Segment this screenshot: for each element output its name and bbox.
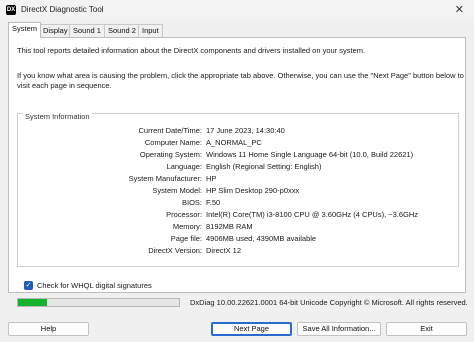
info-row: DirectX Version: DirectX 12 bbox=[18, 246, 458, 257]
instructions-text-line2: visit each page in sequence. bbox=[17, 81, 112, 90]
info-label: Page file: bbox=[170, 234, 202, 243]
info-value: A_NORMAL_PC bbox=[206, 138, 262, 147]
info-label: System Manufacturer: bbox=[128, 174, 202, 183]
whql-checkbox-row[interactable]: ✓ Check for WHQL digital signatures bbox=[24, 279, 152, 291]
whql-checkbox[interactable]: ✓ bbox=[24, 280, 33, 290]
info-value: Intel(R) Core(TM) i3-8100 CPU @ 3.60GHz … bbox=[206, 210, 419, 219]
info-row: Computer Name: A_NORMAL_PC bbox=[18, 138, 458, 149]
info-row: System Manufacturer: HP bbox=[18, 174, 458, 185]
info-label: Processor: bbox=[166, 210, 202, 219]
tab-input[interactable]: Input bbox=[138, 24, 163, 37]
info-value: Windows 11 Home Single Language 64-bit (… bbox=[206, 150, 414, 159]
info-label: Current Date/Time: bbox=[138, 126, 203, 135]
system-tab-panel: This tool reports detailed information a… bbox=[8, 37, 466, 293]
info-value: English (Regional Setting: English) bbox=[206, 162, 322, 171]
help-button[interactable]: Help bbox=[8, 322, 89, 336]
status-text: DxDiag 10.00.22621.0001 64-bit Unicode C… bbox=[190, 298, 468, 307]
progress-bar bbox=[17, 298, 180, 307]
info-label: Operating System: bbox=[139, 150, 202, 159]
window-title: DirectX Diagnostic Tool bbox=[21, 5, 104, 14]
tab-sound-2[interactable]: Sound 2 bbox=[104, 24, 140, 37]
tab-bar: System Display Sound 1 Sound 2 Input bbox=[0, 20, 474, 38]
info-row: Operating System: Windows 11 Home Single… bbox=[18, 150, 458, 161]
tab-display[interactable]: Display bbox=[39, 24, 72, 37]
group-heading: System Information bbox=[23, 112, 92, 121]
info-value: 4906MB used, 4390MB available bbox=[206, 234, 317, 243]
next-page-button[interactable]: Next Page bbox=[211, 322, 292, 336]
whql-checkbox-label[interactable]: Check for WHQL digital signatures bbox=[37, 281, 152, 290]
tab-system[interactable]: System bbox=[8, 22, 42, 38]
info-label: Computer Name: bbox=[144, 138, 202, 147]
info-row: Language: English (Regional Setting: Eng… bbox=[18, 162, 458, 173]
info-value: HP bbox=[206, 174, 217, 183]
exit-button[interactable]: Exit bbox=[386, 322, 467, 336]
info-row: System Model: HP Slim Desktop 290-p0xxx bbox=[18, 186, 458, 197]
info-label: System Model: bbox=[152, 186, 202, 195]
info-label: BIOS: bbox=[181, 198, 202, 207]
info-value: HP Slim Desktop 290-p0xxx bbox=[206, 186, 300, 195]
info-row: Current Date/Time: 17 June 2023, 14:30:4… bbox=[18, 126, 458, 137]
system-information-group: System Information Current Date/Time: 17… bbox=[17, 112, 459, 267]
info-row: Memory: 8192MB RAM bbox=[18, 222, 458, 233]
info-value: 8192MB RAM bbox=[206, 222, 253, 231]
directx-app-icon: DX bbox=[6, 5, 16, 15]
info-value: 17 June 2023, 14:30:40 bbox=[206, 126, 285, 135]
tab-sound-1[interactable]: Sound 1 bbox=[69, 24, 105, 37]
info-label: DirectX Version: bbox=[148, 246, 202, 255]
close-icon[interactable]: ✕ bbox=[455, 3, 464, 16]
info-row: Page file: 4906MB used, 4390MB available bbox=[18, 234, 458, 245]
info-value: F.50 bbox=[206, 198, 221, 207]
progress-fill bbox=[18, 299, 47, 306]
info-label: Language: bbox=[166, 162, 202, 171]
title-bar: DX DirectX Diagnostic Tool ✕ bbox=[0, 0, 474, 20]
info-row: Processor: Intel(R) Core(TM) i3-8100 CPU… bbox=[18, 210, 458, 221]
info-value: DirectX 12 bbox=[206, 246, 242, 255]
intro-text: This tool reports detailed information a… bbox=[17, 46, 366, 55]
info-label: Memory: bbox=[172, 222, 202, 231]
save-all-information-button[interactable]: Save All Information... bbox=[297, 322, 381, 336]
instructions-text-line1: If you know what area is causing the pro… bbox=[17, 71, 464, 80]
info-row: BIOS: F.50 bbox=[18, 198, 458, 209]
